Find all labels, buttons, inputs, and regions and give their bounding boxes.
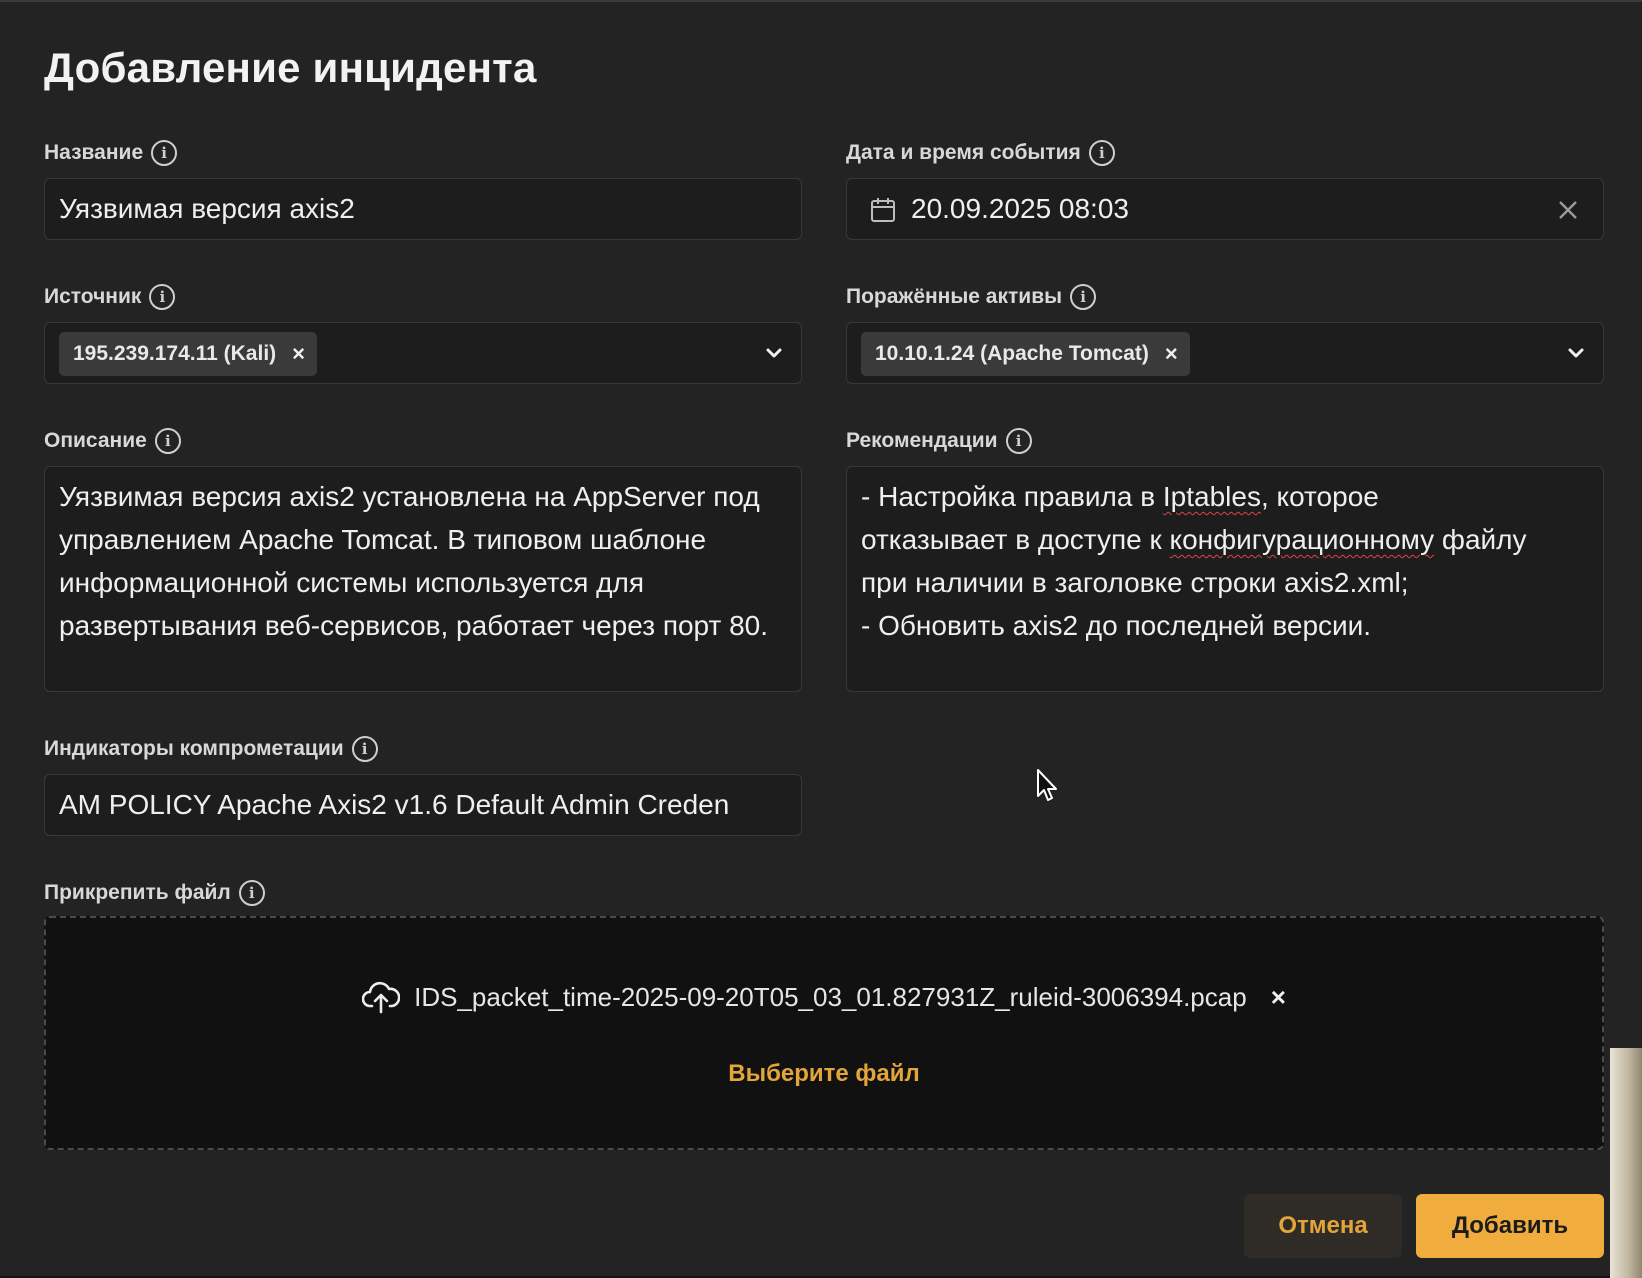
info-icon[interactable]: i	[1070, 284, 1097, 310]
background-photo-edge	[1610, 1048, 1642, 1278]
ioc-input[interactable]: AM POLICY Apache Axis2 v1.6 Default Admi…	[44, 774, 802, 836]
assets-select[interactable]: 10.10.1.24 (Apache Tomcat) ×	[846, 322, 1604, 384]
mouse-cursor-icon	[1037, 769, 1057, 801]
chevron-down-icon[interactable]	[763, 342, 785, 364]
attach-label: Прикрепить файл i	[44, 880, 265, 906]
description-textarea[interactable]: Уязвимая версия axis2 установлена на App…	[44, 466, 802, 692]
recommendations-label: Рекомендации i	[846, 428, 1032, 454]
calendar-icon	[871, 198, 895, 222]
assets-label: Поражённые активы i	[846, 284, 1097, 310]
cancel-button[interactable]: Отмена	[1244, 1194, 1402, 1258]
source-label: Источник i	[44, 284, 176, 310]
info-icon[interactable]: i	[351, 736, 378, 762]
clear-icon[interactable]	[1557, 199, 1579, 221]
remove-file-icon[interactable]: ×	[1271, 982, 1286, 1013]
attached-file: IDS_packet_time-2025-09-20T05_03_01.8279…	[46, 980, 1602, 1014]
cloud-upload-icon	[362, 981, 401, 1014]
description-label: Описание i	[44, 428, 181, 454]
ioc-label: Индикаторы компрометации i	[44, 736, 378, 762]
remove-chip-icon[interactable]: ×	[1165, 341, 1178, 367]
source-chip: 195.239.174.11 (Kali) ×	[59, 332, 318, 376]
chevron-down-icon[interactable]	[1565, 342, 1587, 364]
source-select[interactable]: 195.239.174.11 (Kali) ×	[44, 322, 802, 384]
assets-chip: 10.10.1.24 (Apache Tomcat) ×	[861, 332, 1190, 376]
datetime-picker[interactable]: 20.09.2025 08:03	[846, 178, 1604, 240]
name-input[interactable]: Уязвимая версия axis2	[44, 178, 802, 240]
name-input-value: Уязвимая версия axis2	[59, 193, 355, 224]
choose-file-link[interactable]: Выберите файл	[46, 1060, 1602, 1088]
recommendations-textarea[interactable]: - Настройка правила в Iptables, которое …	[846, 466, 1604, 692]
info-icon[interactable]: i	[238, 880, 265, 906]
name-label: Название i	[44, 140, 178, 166]
datetime-value: 20.09.2025 08:03	[911, 193, 1129, 224]
info-icon[interactable]: i	[151, 140, 178, 166]
dialog-title: Добавление инцидента	[44, 44, 537, 91]
file-name: IDS_packet_time-2025-09-20T05_03_01.8279…	[414, 981, 1247, 1012]
add-button[interactable]: Добавить	[1416, 1194, 1604, 1258]
ioc-value: AM POLICY Apache Axis2 v1.6 Default Admi…	[59, 789, 730, 820]
datetime-label: Дата и время события i	[846, 140, 1115, 166]
description-value: Уязвимая версия axis2 установлена на App…	[59, 481, 769, 641]
info-icon[interactable]: i	[149, 284, 176, 310]
info-icon[interactable]: i	[1005, 428, 1032, 454]
info-icon[interactable]: i	[1088, 140, 1115, 166]
add-incident-dialog: Добавление инцидента Название i Уязвимая…	[0, 0, 1642, 1278]
file-dropzone[interactable]: IDS_packet_time-2025-09-20T05_03_01.8279…	[44, 916, 1604, 1150]
remove-chip-icon[interactable]: ×	[292, 341, 305, 367]
recommendations-value: - Настройка правила в Iptables, которое …	[861, 481, 1527, 641]
info-icon[interactable]: i	[154, 428, 181, 454]
